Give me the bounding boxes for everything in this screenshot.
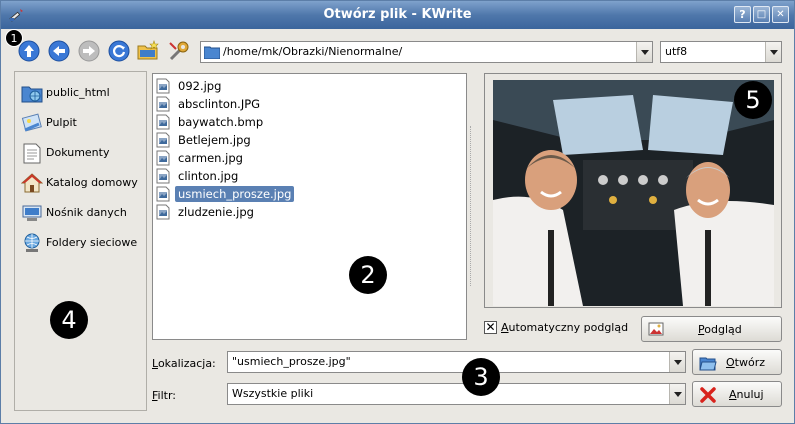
file-list-item[interactable]: carmen.jpg [155,149,455,167]
file-name: clinton.jpg [178,169,239,183]
location-label: Lokalizacja: [152,357,216,370]
splitter-handle[interactable] [470,126,472,286]
file-list-item[interactable]: zludzenie.jpg [155,203,455,221]
home-icon [21,173,43,193]
image-file-icon [156,186,170,202]
document-icon [23,143,41,164]
sidebar-item-label: Dokumenty [46,146,110,159]
sidebar-item-label: public_html [46,86,110,99]
preview-button-label: Podgląd [698,323,742,336]
drive-icon [22,205,42,221]
file-dialog-window: Otwórz plik - KWrite ? □ ✕ /home/mk/Obra [0,0,795,424]
close-button[interactable]: ✕ [772,6,789,23]
sidebar-item-pulpit[interactable]: Pulpit [21,110,146,134]
auto-preview-checkbox[interactable]: ✕ [484,321,497,334]
image-file-icon [156,78,170,94]
file-list-item[interactable]: baywatch.bmp [155,113,455,131]
file-name: 092.jpg [178,79,222,93]
open-button-label: Otwórz [726,356,766,369]
sidebar-item-public-html[interactable]: public_html [21,80,146,104]
image-file-icon [156,168,170,184]
filter-label: Filtr: [152,389,176,402]
callout-badge-3: 3 [462,358,500,396]
file-list-item[interactable]: absclinton.JPG [155,95,455,113]
chevron-down-icon[interactable] [669,352,685,372]
file-name: Betlejem.jpg [178,133,251,147]
forward-icon[interactable] [77,39,101,63]
maximize-button[interactable]: □ [753,6,770,23]
folder-icon [204,46,220,59]
help-button[interactable]: ? [734,6,751,23]
configure-icon[interactable] [167,39,191,63]
sidebar-item-katalog-domowy[interactable]: Katalog domowy [21,170,146,194]
image-file-icon [156,150,170,166]
path-value: /home/mk/Obrazki/Nienormalne/ [223,45,403,58]
globe-folder-icon [21,86,43,103]
cancel-button-label: Anuluj [729,388,764,401]
chevron-down-icon[interactable] [765,42,781,62]
path-combo[interactable]: /home/mk/Obrazki/Nienormalne/ [200,41,653,63]
sidebar-item-label: Nośnik danych [46,206,127,219]
callout-badge-5: 5 [734,81,772,119]
image-file-icon [156,132,170,148]
back-icon[interactable] [47,39,71,63]
file-name: carmen.jpg [178,151,243,165]
desktop-icon [21,113,42,132]
image-file-icon [156,204,170,220]
filter-combo[interactable]: Wszystkie pliki [227,383,686,405]
sidebar-item-label: Katalog domowy [46,176,138,189]
image-file-icon [156,114,170,130]
title-bar: Otwórz plik - KWrite ? □ ✕ [1,1,794,29]
sidebar-item-dokumenty[interactable]: Dokumenty [21,140,146,164]
cancel-x-icon [700,387,716,403]
callout-badge-4: 4 [50,301,88,339]
file-name: zludzenie.jpg [178,205,254,219]
new-folder-icon[interactable] [136,39,160,63]
open-folder-icon [699,357,717,371]
places-sidebar: public_html Pulpit Dokumenty Katalog dom… [14,71,147,411]
file-list-item[interactable]: usmiech_prosze.jpg [155,185,455,203]
sidebar-item-label: Foldery sieciowe [46,236,138,249]
image-file-icon [156,96,170,112]
window-title: Otwórz plik - KWrite [323,7,472,22]
encoding-value: utf8 [665,45,688,58]
chevron-down-icon[interactable] [669,384,685,404]
encoding-combo[interactable]: utf8 [660,41,782,63]
chevron-down-icon[interactable] [636,42,652,62]
filter-value: Wszystkie pliki [232,387,314,400]
callout-badge-2: 2 [349,256,387,294]
open-button[interactable]: Otwórz [692,349,782,375]
sidebar-item-label: Pulpit [46,116,77,129]
file-list-item[interactable]: clinton.jpg [155,167,455,185]
network-icon [24,233,40,252]
reload-icon[interactable] [107,39,131,63]
sidebar-item-nosnik-danych[interactable]: Nośnik danych [21,200,146,224]
file-list[interactable]: 092.jpg absclinton.JPG baywatch.bmp Betleje… [152,73,467,340]
location-value: "usmiech_prosze.jpg" [232,355,351,368]
image-icon [648,322,664,336]
file-name: usmiech_prosze.jpg [175,186,295,202]
location-combo[interactable]: "usmiech_prosze.jpg" [227,351,686,373]
preview-image [493,80,774,306]
callout-badge-1: 1 [5,29,23,47]
file-list-item[interactable]: 092.jpg [155,77,455,95]
cancel-button[interactable]: Anuluj [692,381,782,407]
file-name: baywatch.bmp [178,115,264,129]
preview-button[interactable]: Podgląd [641,316,782,342]
file-list-item[interactable]: Betlejem.jpg [155,131,455,149]
auto-preview-label: Automatyczny podgląd [501,321,629,334]
sidebar-item-foldery-sieciowe[interactable]: Foldery sieciowe [21,230,146,254]
file-name: absclinton.JPG [178,97,261,111]
